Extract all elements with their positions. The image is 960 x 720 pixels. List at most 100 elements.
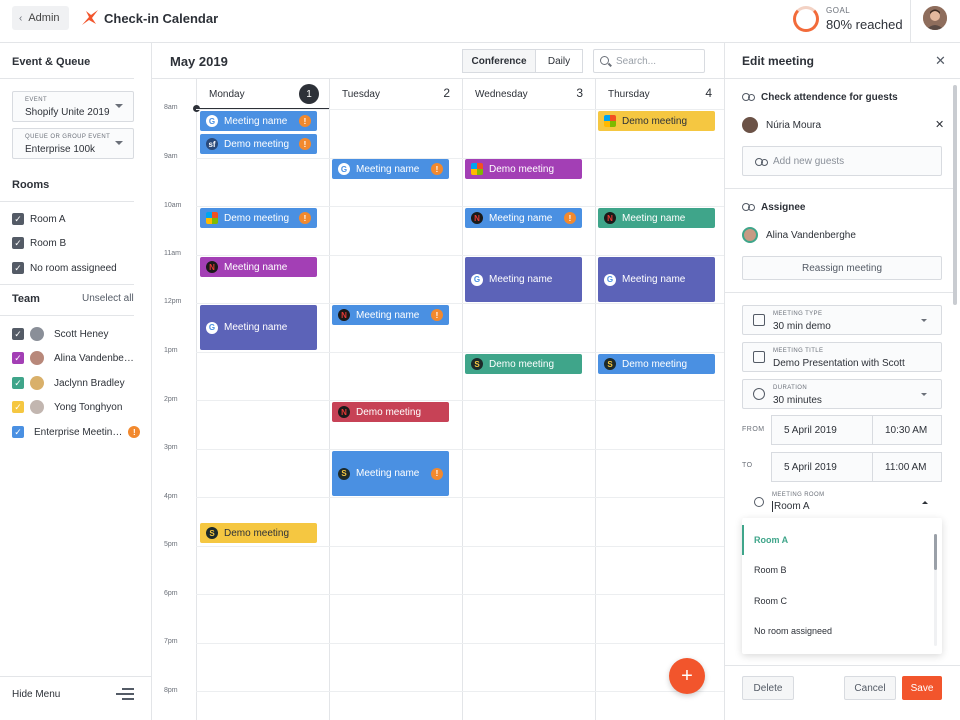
room-checkbox-row[interactable]: ✓ No room assigneed [12,260,117,276]
save-button[interactable]: Save [902,676,942,700]
calendar-event[interactable]: N Meeting name ! [332,305,449,325]
calendar-event[interactable]: S Meeting name ! [332,451,449,496]
calendar-event[interactable]: Demo meeting ! [200,208,317,228]
to-time-input[interactable]: 11:00 AM [872,452,942,482]
calendar-event[interactable]: N Demo meeting [332,402,449,422]
room-option[interactable]: Room B [742,555,942,585]
team-member-row[interactable]: ✓ Enterprise Meetin… ! [12,424,141,440]
google-icon: G [206,321,218,334]
event-title: Meeting name [489,274,553,285]
attendance-heading-label: Check attendence for guests [761,92,898,103]
meeting-type-select[interactable]: MEETING TYPE 30 min demo [742,305,942,335]
divider [725,78,960,79]
from-date-input[interactable]: 5 April 2019 [771,415,873,445]
queue-select[interactable]: QUEUE OR GROUP EVENT Enterprise 100k [12,128,134,159]
event-select[interactable]: EVENT Shopify Unite 2019 [12,91,134,122]
remove-guest-icon[interactable]: ✕ [935,118,944,131]
user-avatar[interactable] [923,6,947,30]
event-title: Meeting name [622,212,686,224]
day-header-thursday[interactable]: Thursday 4 [596,79,724,109]
hour-gridline [196,158,724,159]
caret-down-icon [921,319,927,322]
day-number: 2 [443,86,450,100]
shopify-icon: S [604,358,616,370]
calendar-event[interactable]: G Meeting name [200,305,317,350]
to-label: TO [742,462,753,469]
view-conference-button[interactable]: Conference [462,49,536,73]
checkbox-checked-icon[interactable]: ✓ [12,352,24,364]
hour-gridline [196,206,724,207]
meeting-type-label: MEETING TYPE [773,311,823,317]
checkbox-checked-icon[interactable]: ✓ [12,262,24,274]
divider [725,188,953,189]
calendar-event[interactable]: S Demo meeting [598,354,715,374]
from-time-input[interactable]: 10:30 AM [872,415,942,445]
warning-icon: ! [564,212,576,224]
room-checkbox-row[interactable]: ✓ Room A [12,211,66,227]
cancel-button[interactable]: Cancel [844,676,896,700]
calendar-event[interactable]: G Meeting name [465,257,582,302]
team-member-row[interactable]: ✓ Scott Heney [12,326,108,342]
app-title: Check-in Calendar [104,11,219,26]
admin-back-button[interactable]: ‹ Admin [12,6,69,30]
calendar-event[interactable]: G Meeting name ! [200,111,317,131]
collapse-menu-icon[interactable] [116,688,134,700]
hour-label: 1pm [164,347,178,354]
warning-icon: ! [128,426,141,438]
room-label: Room A [30,213,66,225]
calendar-event[interactable]: S Demo meeting [200,523,317,543]
to-date-input[interactable]: 5 April 2019 [771,452,873,482]
day-header-monday[interactable]: Monday 1 [197,79,329,109]
room-option[interactable]: No room assigneed [742,616,942,646]
room-label: Room B [30,237,67,249]
calendar-event[interactable]: Demo meeting [598,111,715,131]
checkbox-checked-icon[interactable]: ✓ [12,237,24,249]
team-member-row[interactable]: ✓ Alina Vandenbe… [12,350,134,366]
rooms-heading: Rooms [12,179,50,191]
checkbox-checked-icon[interactable]: ✓ [12,213,24,225]
day-header-wednesday[interactable]: Wednesday 3 [463,79,595,109]
room-option-selected[interactable]: Room A [742,525,942,555]
month-title: May 2019 [170,54,228,69]
day-header-tuesday[interactable]: Tuesday 2 [330,79,462,109]
calendar-event[interactable]: N Meeting name [200,257,317,277]
hour-gridline [196,352,724,353]
event-title: Meeting name [224,115,288,127]
room-checkbox-row[interactable]: ✓ Room B [12,235,66,251]
calendar-event[interactable]: N Meeting name ! [465,208,582,228]
room-option[interactable]: Room C [742,586,942,616]
calendar-event[interactable]: Demo meeting [465,159,582,179]
delete-button[interactable]: Delete [742,676,794,700]
calendar-event[interactable]: S Demo meeting [465,354,582,374]
panel-scrollbar[interactable] [953,85,957,305]
calendar-event[interactable]: G Meeting name [598,257,715,302]
search-input[interactable]: Search... [593,49,705,73]
team-member-name: Enterprise Meetin… [34,426,123,438]
close-icon[interactable]: ✕ [935,53,946,69]
view-daily-button[interactable]: Daily [535,49,583,73]
dropdown-scrollbar[interactable] [934,534,937,570]
calendar-event[interactable]: G Meeting name ! [332,159,449,179]
checkbox-checked-icon[interactable]: ✓ [12,426,24,438]
hide-menu-button[interactable]: Hide Menu [12,689,60,700]
checkbox-checked-icon[interactable]: ✓ [12,377,24,389]
checkbox-checked-icon[interactable]: ✓ [12,328,24,340]
calendar-event[interactable]: sf Demo meeting ! [200,134,317,154]
team-member-row[interactable]: ✓ Jaclynn Bradley [12,375,125,391]
duration-select[interactable]: DURATION 30 minutes [742,379,942,409]
team-member-row[interactable]: ✓ Yong Tonghyon [12,399,122,415]
calendar-event[interactable]: N Meeting name [598,208,715,228]
hour-gridline [196,255,724,256]
column-divider [462,78,463,720]
from-label: FROM [742,426,765,433]
unselect-all-link[interactable]: Unselect all [82,293,134,304]
add-meeting-button[interactable]: + [669,658,705,694]
meeting-room-input[interactable]: MEETING ROOM Room A [742,488,942,520]
meeting-title-input[interactable]: MEETING TITLE Demo Presentation with Sco… [742,342,942,372]
checkbox-checked-icon[interactable]: ✓ [12,401,24,413]
add-guests-input[interactable]: Add new guests [742,146,942,176]
team-member-name: Scott Heney [54,328,109,340]
event-title: Meeting name [224,322,288,333]
divider [725,665,960,666]
reassign-meeting-button[interactable]: Reassign meeting [742,256,942,280]
